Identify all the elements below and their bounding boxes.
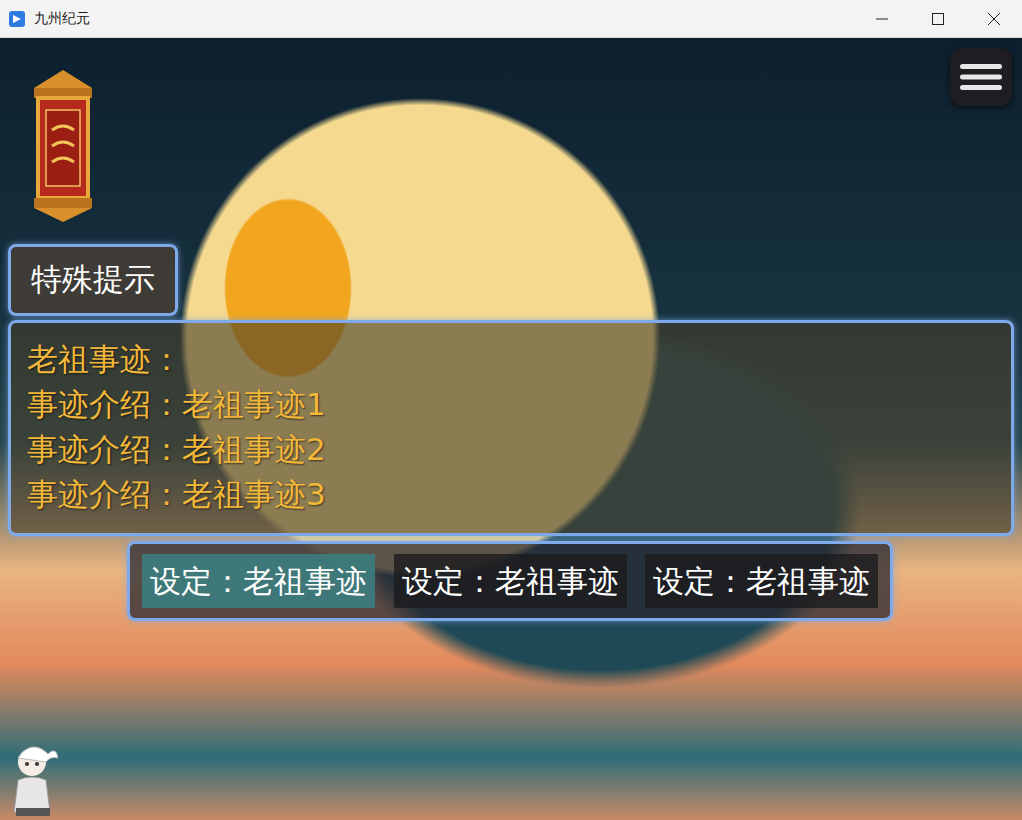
info-heading: 老祖事迹： (27, 339, 995, 380)
info-line: 事迹介绍：老祖事迹3 (27, 474, 995, 515)
lantern-logo-icon (30, 70, 96, 222)
close-icon (988, 13, 1000, 25)
maximize-icon (932, 13, 944, 25)
menu-button[interactable] (950, 48, 1012, 106)
app-icon (8, 10, 26, 28)
character-avatar-icon[interactable] (8, 736, 62, 818)
minimize-icon (876, 13, 888, 25)
minimize-button[interactable] (854, 0, 910, 38)
tab[interactable]: 设定：老祖事迹 (394, 554, 627, 608)
top-row (8, 48, 1014, 244)
game-scene: 特殊提示老祖事迹：事迹介绍：老祖事迹1事迹介绍：老祖事迹2事迹介绍：老祖事迹3设… (0, 38, 1022, 820)
tab-bar: 设定：老祖事迹设定：老祖事迹设定：老祖事迹 (127, 541, 893, 621)
title-bar: 九州纪元 (0, 0, 1022, 38)
prompt-button[interactable]: 特殊提示 (8, 244, 178, 316)
info-panel: 老祖事迹：事迹介绍：老祖事迹1事迹介绍：老祖事迹2事迹介绍：老祖事迹3 (8, 320, 1014, 536)
info-line: 事迹介绍：老祖事迹2 (27, 429, 995, 470)
tab[interactable]: 设定：老祖事迹 (142, 554, 375, 608)
menu-icon (960, 62, 1002, 92)
window-title: 九州纪元 (34, 10, 854, 28)
app-window: 九州纪元特殊提示老祖事迹：事迹介绍：老祖事迹1事迹介绍：老祖事迹2事迹介绍：老祖… (0, 0, 1022, 820)
close-button[interactable] (966, 0, 1022, 38)
tab[interactable]: 设定：老祖事迹 (645, 554, 878, 608)
info-line: 事迹介绍：老祖事迹1 (27, 384, 995, 425)
maximize-button[interactable] (910, 0, 966, 38)
